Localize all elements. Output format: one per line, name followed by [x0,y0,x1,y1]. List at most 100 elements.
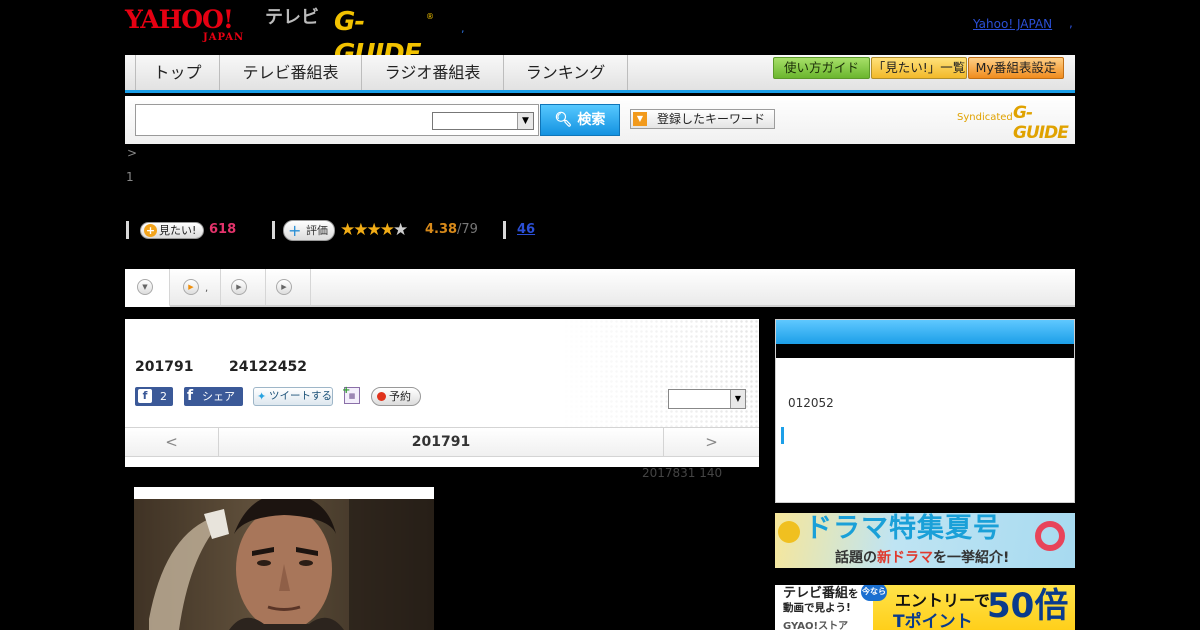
chevron-down-icon: ▼ [517,113,533,129]
saved-keywords-button[interactable]: ▼ 登録したキーワード [630,109,775,129]
program-tab-bar: ▼ ▶ ▶ ▶ [125,269,1075,307]
tab-second[interactable]: ▶ [221,269,266,305]
star-filled-icon: ★ [366,220,382,240]
gyao-tpoint-text: Tポイント [893,612,973,630]
facebook-like-button[interactable]: f 2 [135,387,173,406]
rating-stars: ★★★★★ [340,219,408,241]
play-icon: ▶ [276,279,292,295]
sidebar-code: 012052 [788,396,834,410]
drama-sub-highlight: 新ドラマ [877,550,933,566]
star-empty-icon: ★ [393,220,408,240]
nav-tab-tv-schedule[interactable]: テレビ番組表 [219,55,361,90]
section-marker [503,221,506,239]
page: YAHOO! JAPAN テレビ G-GUIDE ® , Yahoo! JAPA… [0,0,1200,630]
sidebar-info-box: 012052 [775,319,1075,503]
chevron-down-icon: ▼ [137,279,153,295]
chevron-down-icon: ▼ [633,112,647,126]
twitter-bird-icon: ✦ [257,390,267,403]
updated-note: 2017831 140 [642,466,723,480]
gyao-limited-badge: 今なら [861,585,887,601]
facebook-share-label: シェア [202,390,235,403]
mitai-button[interactable]: + 見たい! [140,222,204,239]
mitai-count: 618 [209,222,237,237]
facebook-share-button[interactable]: f シェア [184,387,243,406]
gyao-times-text: 50倍 [987,586,1069,626]
mitai-list-button[interactable]: 「見たい!」一覧 [871,57,967,79]
drama-banner-title: ドラマ特集夏号 [805,513,1001,544]
sidebar-header [776,320,1074,344]
previous-date-button[interactable]: < [125,428,219,456]
section-marker [781,427,784,444]
drama-sub-suffix: を一挙紹介! [933,550,1010,566]
tab-separator: , [205,283,209,294]
tv-logo-label[interactable]: テレビ [265,7,319,29]
header-link-separator: , [1069,16,1073,30]
current-date-label: 201791 [411,434,471,450]
search-button[interactable]: 🔍︎ 検索 [540,104,620,136]
gyao-line2: 動画で見よう! [783,602,851,614]
section-marker [126,221,129,239]
facebook-icon: f [187,388,194,404]
sun-icon [778,521,800,543]
record-reservation-button[interactable]: 予約 [371,387,421,406]
facebook-like-count: 2 [160,390,167,403]
search-category-select[interactable]: ▼ [432,112,534,130]
yahoo-japan-logo[interactable]: YAHOO! JAPAN [125,5,260,44]
gyao-store-logo: GYAO!ストア [783,621,849,630]
nav-divider [627,55,628,90]
float-ring-icon [1035,521,1065,551]
plus-icon: + [288,221,302,240]
star-filled-icon: ★ [379,220,395,240]
add-calendar-icon[interactable]: + ▦ [342,385,360,404]
program-time: 24122452 [229,359,307,375]
gguide-registered-mark: ® [426,12,434,21]
gyao-line1: テレビ番組 [783,586,849,601]
nav-tab-top[interactable]: トップ [135,55,219,90]
gyao-banner-text: テレビ番組を 動画で見よう! [783,587,859,615]
drama-feature-banner[interactable]: ドラマ特集夏号 話題の新ドラマを一挙紹介! [775,513,1075,568]
program-info-panel: 201791 24122452 f 2 f シェア ✦ ツイートする + ▦ 予約… [125,319,759,467]
header-separator: , [461,22,465,35]
tab-video[interactable]: ▶ [170,269,221,305]
gyao-line1-suffix: を [848,588,859,600]
dot-pattern-decoration [559,319,759,427]
syndicated-gguide-logo: Syndicated G-GUIDE [957,103,1069,143]
usage-guide-button[interactable]: 使い方ガイド [773,57,870,79]
plus-icon: + [342,385,351,396]
tweet-button[interactable]: ✦ ツイートする [253,387,333,406]
breadcrumb-separator: > [127,146,138,160]
tab-program-info[interactable]: ▼ [125,269,170,307]
breadcrumb-page-number: 1 [126,170,134,184]
gyao-campaign-banner[interactable]: テレビ番組を 動画で見よう! GYAO!ストア エントリーで Tポイント 50倍… [775,585,1075,630]
section-marker [272,221,275,239]
yahoo-logo-text: YAHOO! [125,5,234,34]
yahoo-japan-link[interactable]: Yahoo! JAPAN [973,16,1052,32]
chevron-down-icon: ▼ [730,390,745,408]
play-icon: ▶ [231,279,247,295]
plus-icon: + [144,224,157,237]
saved-keywords-label: 登録したキーワード [657,112,766,126]
tab-third[interactable]: ▶ [266,269,311,305]
record-reservation-label: 予約 [389,390,411,403]
comment-count-link[interactable]: 46 [517,222,535,237]
my-schedule-settings-button[interactable]: My番組表設定 [968,57,1064,79]
rate-button[interactable]: + 評価 [283,220,335,241]
program-thumbnail [134,487,434,630]
rate-label: 評価 [306,224,328,237]
record-dot-icon [377,392,386,401]
syndicated-label: Syndicated [957,112,1013,123]
program-date: 201791 [135,359,194,375]
yahoo-logo-sub: JAPAN [203,32,245,43]
rating-value: 4.38 [425,222,458,237]
mitai-label: 見たい! [159,224,197,237]
nav-tab-radio-schedule[interactable]: ラジオ番組表 [361,55,503,90]
next-date-button[interactable]: > [663,428,759,456]
sidebar-band [776,344,1074,358]
gguide-logo[interactable]: G-GUIDE ® [334,6,434,69]
rating-count: /79 [457,222,478,237]
nav-tab-ranking[interactable]: ランキング [503,55,627,90]
gyao-banner-highlight: エントリーで Tポイント 50倍 [873,585,1075,630]
star-filled-icon: ★ [340,220,355,240]
search-icon: 🔍︎ [554,112,573,128]
panel-select[interactable]: ▼ [668,389,746,409]
